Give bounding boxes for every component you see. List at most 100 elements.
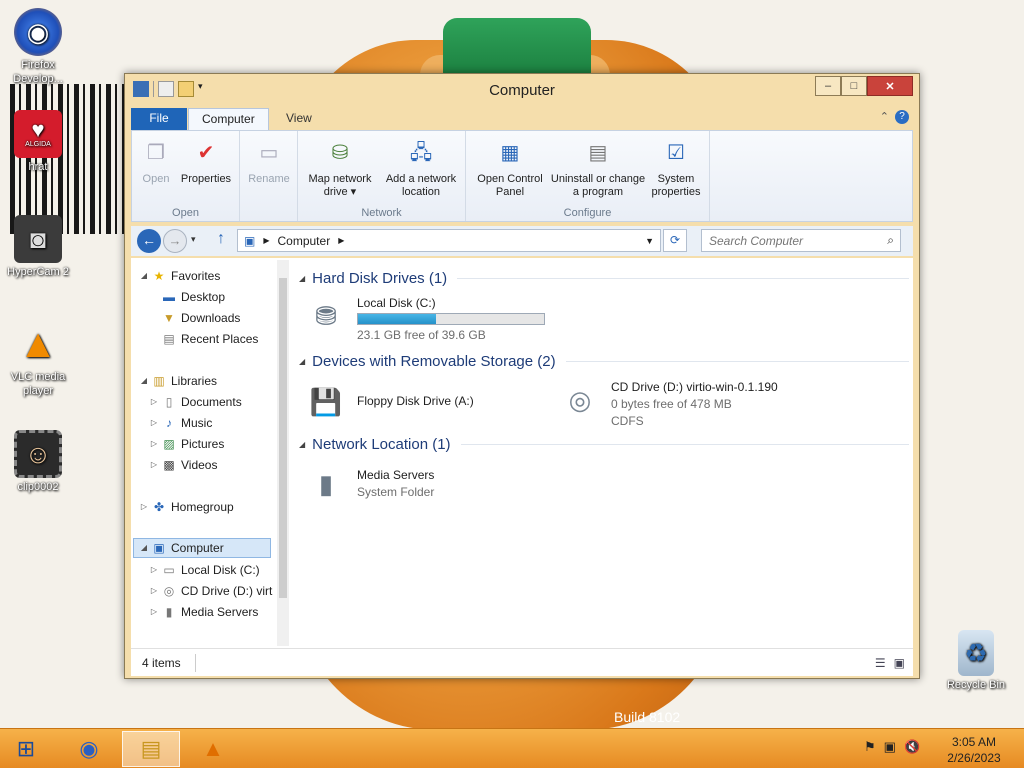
expand-icon[interactable]: ▷ (149, 413, 159, 433)
forward-button[interactable]: → (163, 229, 187, 253)
volume-muted-icon[interactable]: 🔇 (904, 739, 920, 755)
desktop-icon-vlc[interactable]: ▲ VLC media player (0, 320, 76, 398)
explorer-window: ▾ Computer – □ ✕ File Computer View ⌃ ? … (124, 73, 920, 679)
nav-item-pictures[interactable]: ▷ ▨ Pictures (149, 434, 224, 454)
desktop-icon-recycle-bin[interactable]: ♻ Recycle Bin (938, 630, 1014, 692)
tab-computer[interactable]: Computer (188, 108, 269, 131)
maximize-button[interactable]: □ (841, 76, 867, 96)
expand-icon[interactable]: ▷ (149, 581, 159, 601)
properties-button[interactable]: ✔ Properties (178, 137, 234, 186)
minimize-ribbon-icon[interactable]: ⌃ (880, 110, 889, 124)
desktop-icon-firefox[interactable]: ◉ Firefox Develop... (0, 8, 76, 86)
nav-item-computer[interactable]: ◢ ▣ Computer (133, 538, 271, 558)
items-pane: ◢ Hard Disk Drives (1) ⛃ Local Disk (C:) … (293, 258, 913, 648)
item-media-servers[interactable]: ▮ Media Servers System Folder (303, 464, 435, 504)
search-input[interactable] (702, 230, 872, 251)
tab-view[interactable]: View (273, 108, 325, 130)
back-button[interactable]: ← (137, 229, 161, 253)
control-panel-icon: ▦ (500, 141, 520, 164)
tab-file[interactable]: File (131, 108, 187, 130)
nav-item-desktop[interactable]: ▬ Desktop (149, 287, 225, 307)
ribbon-group-label: Network (361, 207, 402, 219)
item-local-disk[interactable]: ⛃ Local Disk (C:) 23.1 GB free of 39.6 G… (303, 296, 545, 342)
collapse-icon[interactable]: ◢ (299, 440, 305, 449)
collapse-icon[interactable]: ◢ (139, 538, 149, 558)
address-history-dropdown[interactable]: ▼ (645, 236, 654, 246)
nav-item-favorites[interactable]: ◢ ★ Favorites (139, 266, 220, 286)
network-icon[interactable]: ▣ (884, 739, 896, 755)
nav-item-label: Local Disk (C:) (181, 563, 260, 577)
downloads-icon: ▼ (163, 311, 175, 325)
nav-item-libraries[interactable]: ◢ ▥ Libraries (139, 371, 217, 391)
expand-icon[interactable]: ▷ (139, 497, 149, 517)
collapse-icon[interactable]: ◢ (139, 266, 149, 286)
system-properties-button[interactable]: ☑ System properties (648, 137, 704, 199)
documents-icon: ▯ (165, 395, 173, 409)
address-bar[interactable]: ▣ ▶ Computer ▶ ▼ (237, 229, 661, 252)
large-icons-view-icon[interactable]: ▣ (894, 656, 905, 670)
close-button[interactable]: ✕ (867, 76, 913, 96)
open-button[interactable]: ❐ Open (138, 137, 174, 186)
collapse-icon[interactable]: ◢ (299, 357, 305, 366)
expand-icon[interactable]: ▷ (149, 560, 159, 580)
rename-button[interactable]: ▭ Rename (246, 137, 292, 186)
expand-icon[interactable]: ▷ (149, 455, 159, 475)
breadcrumb-separator-icon[interactable]: ▶ (338, 236, 344, 245)
star-icon: ★ (153, 269, 165, 283)
nav-item-cd-drive[interactable]: ▷ ◎ CD Drive (D:) virt (149, 581, 272, 601)
group-header-removable[interactable]: ◢ Devices with Removable Storage (2) (299, 351, 909, 371)
taskbar-file-explorer[interactable]: ▤ (122, 731, 180, 767)
minimize-button[interactable]: – (815, 76, 841, 96)
search-icon[interactable]: ⌕ (887, 233, 894, 248)
expand-icon[interactable]: ▷ (149, 434, 159, 454)
desktop-icon-label: Firefox Develop... (13, 59, 63, 85)
title-bar[interactable]: ▾ Computer – □ ✕ (125, 74, 919, 106)
taskbar-vlc[interactable]: ▲ (184, 731, 242, 767)
help-icon[interactable]: ? (895, 110, 909, 124)
taskbar-firefox[interactable]: ◉ (60, 731, 118, 767)
nav-item-music[interactable]: ▷ ♪ Music (149, 413, 212, 433)
up-button[interactable]: ↑ (217, 230, 225, 248)
breadcrumb-computer[interactable]: Computer (278, 234, 331, 248)
action-center-icon[interactable]: ⚑ (864, 739, 876, 755)
refresh-button[interactable]: ⟳ (663, 229, 687, 252)
item-floppy-drive[interactable]: 💾 Floppy Disk Drive (A:) (303, 382, 474, 422)
desktop-icon-label: clip0002 (17, 481, 59, 493)
desktop-icon-clip0002[interactable]: ☺ clip0002 (0, 430, 76, 494)
nav-scrollbar-thumb[interactable] (279, 278, 287, 598)
item-free-space: 23.1 GB free of 39.6 GB (357, 328, 486, 342)
group-header-network[interactable]: ◢ Network Location (1) (299, 434, 909, 454)
nav-item-label: Pictures (181, 437, 225, 451)
nav-item-documents[interactable]: ▷ ▯ Documents (149, 392, 242, 412)
expand-icon[interactable]: ▷ (149, 392, 159, 412)
nav-item-recent-places[interactable]: ▤ Recent Places (149, 329, 258, 349)
nav-item-downloads[interactable]: ▼ Downloads (149, 308, 240, 328)
nav-item-label: CD Drive (D:) virt (181, 584, 273, 598)
clock[interactable]: 3:05 AM 2/26/2023 (936, 734, 1012, 766)
item-name: Local Disk (C:) (357, 296, 436, 310)
clock-date: 2/26/2023 (947, 751, 1001, 765)
music-icon: ♪ (166, 416, 172, 430)
nav-item-local-disk[interactable]: ▷ ▭ Local Disk (C:) (149, 560, 260, 580)
desktop-icon-hrat[interactable]: ♥ ALGIDA hrat (0, 110, 76, 174)
add-network-location-button[interactable]: 🖧 Add a network location (380, 137, 462, 199)
nav-item-media-servers[interactable]: ▷ ▮ Media Servers (149, 602, 258, 622)
details-view-icon[interactable]: ☰ (875, 656, 886, 670)
expand-icon[interactable]: ▷ (149, 602, 159, 622)
uninstall-program-button[interactable]: ▤ Uninstall or change a program (550, 137, 646, 199)
collapse-icon[interactable]: ◢ (299, 274, 305, 283)
desktop-icon-hypercam[interactable]: ◙ HyperCam 2 (0, 215, 76, 279)
item-name: Floppy Disk Drive (A:) (357, 394, 474, 408)
nav-item-videos[interactable]: ▷ ▩ Videos (149, 455, 218, 475)
start-button[interactable]: ⊞ (4, 731, 48, 767)
item-cd-drive[interactable]: ◎ CD Drive (D:) virtio-win-0.1.190 0 byt… (557, 380, 778, 428)
search-box[interactable]: ⌕ (701, 229, 901, 252)
open-control-panel-button[interactable]: ▦ Open Control Panel (470, 137, 550, 199)
nav-item-homegroup[interactable]: ▷ ✤ Homegroup (139, 497, 234, 517)
breadcrumb-separator-icon: ▶ (263, 236, 270, 245)
map-network-drive-button[interactable]: ⛁ Map network drive ▾ (302, 137, 378, 199)
collapse-icon[interactable]: ◢ (139, 371, 149, 391)
nav-item-label: Music (181, 416, 213, 430)
recent-locations-dropdown[interactable]: ▾ (191, 234, 196, 245)
group-header-hard-disk[interactable]: ◢ Hard Disk Drives (1) (299, 268, 909, 288)
